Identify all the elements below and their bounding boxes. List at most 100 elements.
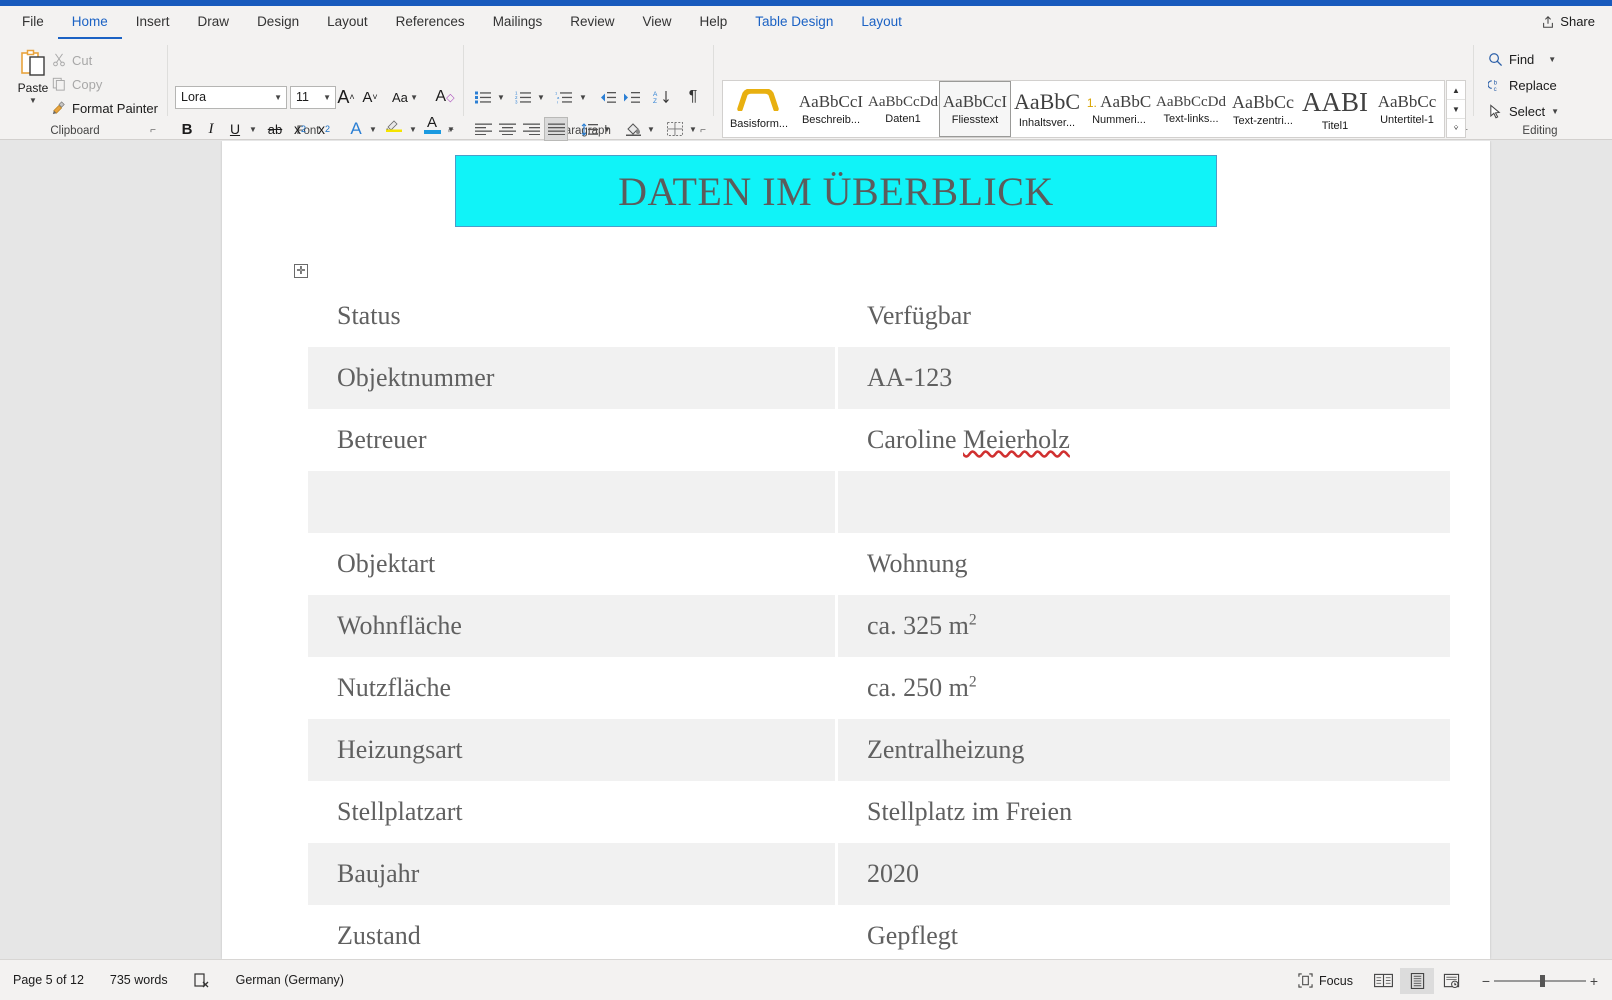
table-row[interactable]: Zustand Gepflegt (308, 905, 1450, 959)
table-cell-label[interactable] (308, 471, 835, 533)
misspelled-word[interactable]: Meierholz (963, 425, 1070, 454)
font-color-button[interactable]: A (420, 113, 444, 137)
zoom-slider-thumb[interactable] (1540, 974, 1545, 987)
find-dropdown-icon[interactable]: ▼ (1548, 55, 1556, 64)
share-button[interactable]: Share (1532, 11, 1604, 32)
table-cell-value[interactable]: ca. 250 m2 (838, 657, 1450, 719)
align-center-button[interactable] (496, 118, 518, 140)
ribbon-tab-review[interactable]: Review (556, 6, 628, 39)
find-button[interactable]: Find ▼ (1488, 47, 1556, 71)
font-color-dropdown[interactable]: ▼ (444, 117, 458, 141)
paste-button[interactable]: Paste ▼ (8, 45, 58, 119)
paragraph-dialog-launcher-icon[interactable]: ⌐ (700, 126, 706, 136)
subscript-button[interactable]: x2 (288, 117, 312, 141)
page-number-status[interactable]: Page 5 of 12 (0, 960, 97, 1000)
table-cell-label[interactable]: Heizungsart (308, 719, 835, 781)
table-cell-value[interactable]: Caroline Meierholz (838, 409, 1450, 471)
style-item-text-links[interactable]: AaBbCcDd Text-links... (1155, 81, 1227, 137)
table-cell-label[interactable]: Wohnfläche (308, 595, 835, 657)
table-row[interactable]: Wohnfläche ca. 325 m2 (308, 595, 1450, 657)
style-item-daten1[interactable]: AaBbCcDd Daten1 (867, 81, 939, 137)
table-move-handle-icon[interactable]: ✛ (294, 264, 308, 278)
replace-button[interactable]: b c Replace (1488, 73, 1557, 97)
text-effects-dropdown[interactable]: ▼ (366, 117, 380, 141)
justify-button[interactable] (544, 117, 568, 141)
line-spacing-button[interactable] (578, 118, 600, 140)
table-row[interactable] (308, 471, 1450, 533)
underline-button[interactable]: U (224, 117, 246, 141)
shrink-font-button[interactable]: A ˅ (358, 85, 382, 109)
sort-button[interactable]: A Z (650, 86, 674, 108)
increase-indent-button[interactable] (620, 86, 642, 108)
table-row[interactable]: Stellplatzart Stellplatz im Freien (308, 781, 1450, 843)
bold-button[interactable]: B (176, 117, 198, 141)
ribbon-tab-file[interactable]: File (8, 6, 58, 39)
proofing-status[interactable] (181, 960, 223, 1000)
table-cell-value[interactable]: Wohnung (838, 533, 1450, 595)
style-item-beschreib[interactable]: AaBbCcI Beschreib... (795, 81, 867, 137)
grow-font-button[interactable]: A ˄ (334, 85, 358, 109)
styles-scroll-down-icon[interactable]: ▼ (1447, 100, 1465, 119)
borders-dropdown[interactable]: ▼ (686, 118, 700, 140)
numbering-button[interactable]: 1 2 3 (512, 86, 534, 108)
style-item-inhaltsver[interactable]: AaBbC Inhaltsver... (1011, 81, 1083, 137)
table-row[interactable]: Nutzfläche ca. 250 m2 (308, 657, 1450, 719)
table-cell-value[interactable]: Stellplatz im Freien (838, 781, 1450, 843)
styles-gallery-scrollbar[interactable]: ▲ ▼ ⩒ (1446, 80, 1466, 138)
document-canvas[interactable]: DATEN IM ÜBERBLICK ✛ Status Verfügbar Obje… (0, 141, 1612, 959)
data-table[interactable]: Status Verfügbar Objektnummer AA-123 Betreue… (308, 285, 1450, 959)
table-cell-value[interactable]: Gepflegt (838, 905, 1450, 959)
table-row[interactable]: Heizungsart Zentralheizung (308, 719, 1450, 781)
document-heading[interactable]: DATEN IM ÜBERBLICK (455, 155, 1217, 227)
font-size-combobox[interactable]: 11 ▼ (290, 86, 336, 109)
shading-button[interactable] (622, 118, 644, 140)
table-row[interactable]: Objektnummer AA-123 (308, 347, 1450, 409)
highlight-dropdown[interactable]: ▼ (406, 117, 420, 141)
zoom-slider[interactable]: − + (1468, 973, 1612, 989)
styles-more-icon[interactable]: ⩒ (1447, 119, 1465, 137)
ribbon-tab-mailings[interactable]: Mailings (479, 6, 557, 39)
ribbon-tab-home[interactable]: Home (57, 6, 122, 39)
format-painter-button[interactable]: Format Painter (52, 97, 158, 119)
select-button[interactable]: Select ▼ (1488, 99, 1559, 123)
styles-scroll-up-icon[interactable]: ▲ (1447, 81, 1465, 100)
ribbon-tab-table-design[interactable]: Table Design (741, 6, 847, 39)
table-cell-value[interactable]: AA-123 (838, 347, 1450, 409)
select-dropdown-icon[interactable]: ▼ (1551, 107, 1559, 116)
table-cell-value[interactable] (838, 471, 1450, 533)
table-cell-label[interactable]: Baujahr (308, 843, 835, 905)
table-cell-label[interactable]: Objektnummer (308, 347, 835, 409)
zoom-in-button[interactable]: + (1586, 973, 1602, 989)
ribbon-tab-help[interactable]: Help (686, 6, 742, 39)
table-cell-value[interactable]: Verfügbar (838, 285, 1450, 347)
ribbon-tab-layout[interactable]: Layout (313, 6, 382, 39)
bullets-button[interactable] (472, 86, 494, 108)
clear-formatting-button[interactable]: A ◇ (432, 85, 458, 109)
word-count-status[interactable]: 735 words (97, 960, 181, 1000)
style-item-nummeri[interactable]: 1. AaBbC Nummeri... (1083, 81, 1155, 137)
ribbon-tab-view[interactable]: View (628, 6, 685, 39)
shading-dropdown[interactable]: ▼ (644, 118, 658, 140)
line-spacing-dropdown[interactable]: ▼ (600, 118, 614, 140)
multilevel-list-dropdown[interactable]: ▼ (576, 86, 590, 108)
document-page[interactable]: DATEN IM ÜBERBLICK ✛ Status Verfügbar Obje… (222, 141, 1490, 959)
borders-button[interactable] (664, 118, 686, 140)
table-row[interactable]: Betreuer Caroline Meierholz (308, 409, 1450, 471)
numbering-dropdown[interactable]: ▼ (534, 86, 548, 108)
table-cell-label[interactable]: Objektart (308, 533, 835, 595)
table-row[interactable]: Baujahr 2020 (308, 843, 1450, 905)
clipboard-dialog-launcher-icon[interactable]: ⌐ (150, 126, 156, 136)
ribbon-tab-draw[interactable]: Draw (184, 6, 244, 39)
style-item-text-zentri[interactable]: AaBbCc Text-zentri... (1227, 81, 1299, 137)
table-cell-label[interactable]: Nutzfläche (308, 657, 835, 719)
style-item-untertitel-1[interactable]: AaBbCc Untertitel-1 (1371, 81, 1443, 137)
table-cell-label[interactable]: Stellplatzart (308, 781, 835, 843)
decrease-indent-button[interactable] (596, 86, 618, 108)
style-item-basisform[interactable]: Basisform... (723, 81, 795, 137)
zoom-out-button[interactable]: − (1478, 973, 1494, 989)
table-row[interactable]: Status Verfügbar (308, 285, 1450, 347)
show-formatting-marks-button[interactable]: ¶ (682, 86, 704, 108)
read-mode-button[interactable] (1366, 968, 1400, 994)
strikethrough-button[interactable]: ab (262, 117, 288, 141)
ribbon-tab-design[interactable]: Design (243, 6, 313, 39)
